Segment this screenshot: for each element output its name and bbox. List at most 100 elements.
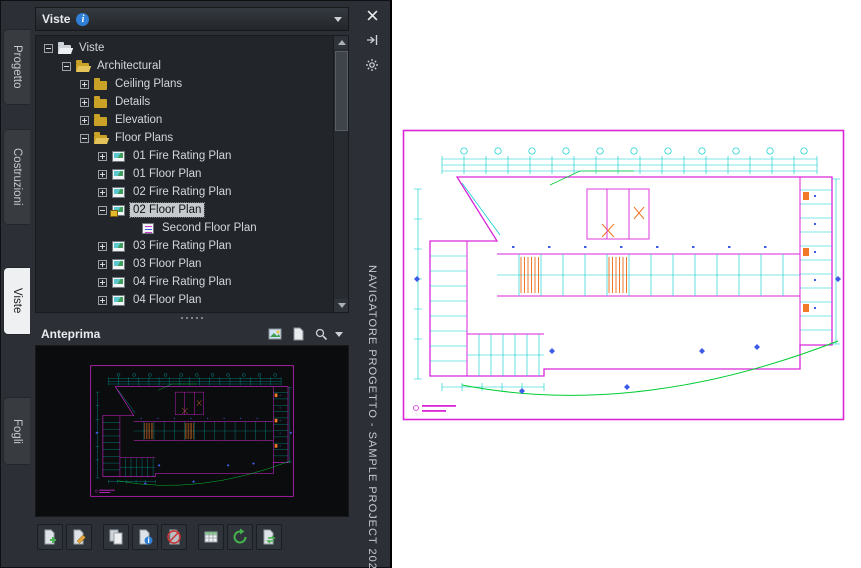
tree-item-viste[interactable]: Viste [36, 39, 348, 57]
expand-icon[interactable] [80, 79, 89, 89]
scroll-down-button[interactable] [334, 299, 348, 312]
folder-open-icon [94, 131, 107, 144]
expand-icon[interactable] [98, 169, 107, 179]
edit-sheet-button[interactable] [66, 524, 92, 550]
scroll-up-button[interactable] [334, 36, 348, 49]
tree-item-02-floor-plan[interactable]: 02 Floor Plan [36, 201, 348, 219]
tree-item-01-fire-rating-plan[interactable]: 01 Fire Rating Plan [36, 147, 348, 165]
tab-fogli-label: Fogli [11, 418, 23, 444]
refresh-icon [233, 528, 247, 544]
splitter-grip[interactable] [35, 313, 349, 323]
properties-button[interactable] [363, 57, 381, 73]
add-sheet-icon [44, 529, 56, 545]
view-icon [112, 150, 125, 162]
tree-item-label: Details [115, 96, 151, 108]
drawing-canvas[interactable] [392, 0, 861, 568]
folder-icon [94, 95, 107, 108]
document-icon [293, 327, 304, 341]
collapse-icon[interactable] [98, 205, 107, 215]
preview-header: Anteprima [35, 323, 349, 345]
expand-icon[interactable] [80, 115, 89, 125]
views-tree: Viste Architectural Ceiling Plans Detail… [35, 35, 349, 313]
preview-detail-button[interactable] [289, 326, 307, 342]
tab-viste[interactable]: Viste [3, 267, 30, 335]
tree-item-label: 03 Floor Plan [133, 258, 202, 270]
bottom-toolbar [35, 522, 349, 552]
tree-item-ceiling-plans[interactable]: Ceiling Plans [36, 75, 348, 93]
view-icon [112, 294, 125, 306]
tree-item-04-fire-rating-plan[interactable]: 04 Fire Rating Plan [36, 273, 348, 291]
sheet-info-button[interactable] [132, 524, 158, 550]
model-view-icon [142, 222, 154, 234]
preview-zoom-button[interactable] [312, 326, 330, 342]
tree-item-label: 04 Floor Plan [133, 294, 202, 306]
views-title-bar: Viste [35, 7, 349, 31]
floor-plan-drawing [402, 129, 845, 421]
tab-progetto-label: Progetto [11, 45, 23, 89]
tree-item-label: Floor Plans [115, 132, 174, 144]
tree-item-01-floor-plan[interactable]: 01 Floor Plan [36, 165, 348, 183]
expand-icon[interactable] [98, 241, 107, 251]
collapse-icon[interactable] [80, 133, 89, 143]
view-icon [112, 258, 125, 270]
expand-icon[interactable] [80, 97, 89, 107]
expand-icon[interactable] [98, 295, 107, 305]
tree-item-03-floor-plan[interactable]: 03 Floor Plan [36, 255, 348, 273]
tree-item-details[interactable]: Details [36, 93, 348, 111]
tab-viste-label: Viste [11, 288, 23, 314]
collapse-icon[interactable] [62, 61, 71, 71]
preview-image-button[interactable] [266, 326, 284, 342]
add-sheet-button[interactable] [37, 524, 63, 550]
application-window: Progetto Costruzioni Viste Fogli Viste V… [0, 0, 861, 568]
palette-title-text: NAVIGATORE PROGETTO - SAMPLE PROJECT 202… [366, 265, 378, 568]
view-icon [112, 240, 125, 252]
tree-item-03-fire-rating-plan[interactable]: 03 Fire Rating Plan [36, 237, 348, 255]
view-icon [112, 168, 125, 180]
tree-item-elevation[interactable]: Elevation [36, 111, 348, 129]
close-button[interactable] [363, 7, 381, 23]
arrow-up-icon [337, 40, 346, 45]
preview-pane[interactable] [35, 345, 349, 517]
sheet-block-button[interactable] [161, 524, 187, 550]
tab-costruzioni[interactable]: Costruzioni [3, 129, 30, 225]
project-navigator-palette: Progetto Costruzioni Viste Fogli Viste V… [0, 0, 392, 568]
chevron-down-icon[interactable] [334, 16, 342, 22]
tree-item-label: Elevation [115, 114, 163, 126]
tree-item-architectural[interactable]: Architectural [36, 57, 348, 75]
table-icon [204, 531, 218, 543]
scrollbar-thumb[interactable] [335, 51, 348, 131]
tree-item-label: Second Floor Plan [162, 222, 257, 234]
view-icon [112, 276, 125, 288]
copy-sheet-button[interactable] [103, 524, 129, 550]
chevron-down-icon[interactable] [335, 331, 343, 337]
preview-floor-plan [90, 365, 294, 497]
table-button[interactable] [198, 524, 224, 550]
close-icon [367, 10, 377, 20]
collapse-icon[interactable] [44, 43, 53, 53]
tree-item-floor-plans[interactable]: Floor Plans [36, 129, 348, 147]
views-title: Viste [42, 12, 71, 26]
tab-fogli[interactable]: Fogli [3, 397, 30, 465]
tree-item-second-floor-plan[interactable]: Second Floor Plan [36, 219, 348, 237]
refresh-button[interactable] [227, 524, 253, 550]
expand-icon[interactable] [98, 151, 107, 161]
tree-item-04-floor-plan[interactable]: 04 Floor Plan [36, 291, 348, 309]
sheet-block-icon [167, 529, 181, 545]
auto-hide-button[interactable] [363, 32, 381, 48]
palette-tab-strip: Progetto Costruzioni Viste Fogli [1, 1, 31, 567]
info-icon[interactable] [76, 12, 90, 26]
sync-sheet-icon [263, 529, 276, 545]
sheet-info-icon [139, 529, 153, 545]
tab-progetto[interactable]: Progetto [3, 29, 30, 105]
sync-sheet-button[interactable] [256, 524, 282, 550]
folder-open-icon [76, 59, 89, 72]
tree-item-label: Ceiling Plans [115, 78, 183, 90]
tree-item-02-fire-rating-plan[interactable]: 02 Fire Rating Plan [36, 183, 348, 201]
tree-item-label: Viste [79, 42, 105, 54]
expand-icon[interactable] [98, 259, 107, 269]
folder-icon [94, 77, 107, 90]
tree-scrollbar[interactable] [333, 36, 348, 312]
expand-icon[interactable] [98, 277, 107, 287]
tree-item-label: Architectural [97, 60, 161, 72]
expand-icon[interactable] [98, 187, 107, 197]
